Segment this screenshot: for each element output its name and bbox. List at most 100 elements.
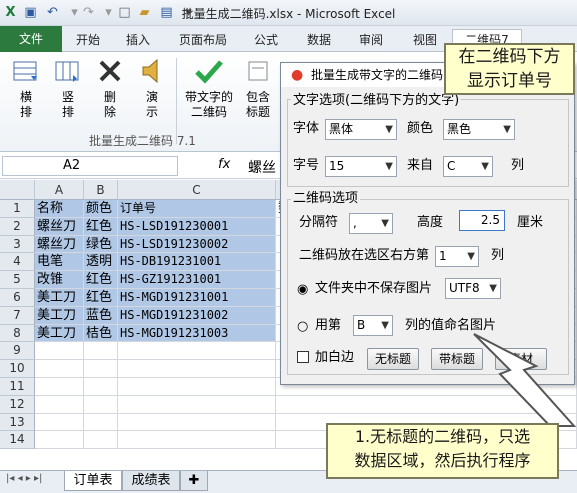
grid-cell[interactable] bbox=[84, 431, 118, 450]
row-header[interactable]: 6 bbox=[0, 289, 35, 307]
sheet-tab-scores[interactable]: 成绩表 bbox=[122, 471, 180, 491]
size-label: 字号 bbox=[293, 158, 320, 173]
delete-button[interactable]: 删 除 bbox=[92, 56, 128, 120]
grid-cell[interactable]: 颜色 bbox=[84, 200, 118, 218]
sheet-nav-icon[interactable]: |◂ ◂ ▸ ▸| bbox=[6, 473, 42, 484]
grid-cell[interactable]: HS-GZ191231001 bbox=[118, 271, 276, 289]
column-header-c[interactable]: C bbox=[118, 180, 276, 200]
size-select[interactable]: 15 ▼ bbox=[325, 156, 397, 177]
color-select[interactable]: 黑色 ▼ bbox=[443, 119, 515, 140]
tab-home[interactable]: 开始 bbox=[66, 30, 110, 50]
name-column-select[interactable]: B ▼ bbox=[353, 315, 393, 336]
row-header[interactable]: 11 bbox=[0, 378, 35, 396]
grid-cell[interactable]: 桔色 bbox=[84, 324, 118, 343]
column-header-b[interactable]: B bbox=[84, 180, 118, 200]
radio-name-by-column[interactable]: ○ bbox=[297, 319, 308, 334]
select-all-corner[interactable] bbox=[0, 180, 35, 200]
grid-cell[interactable]: 电笔 bbox=[35, 253, 84, 272]
grid-cell[interactable]: 订单号 bbox=[118, 200, 276, 218]
grid-cell[interactable] bbox=[35, 378, 84, 396]
tab-insert[interactable]: 插入 bbox=[116, 30, 160, 50]
row-header[interactable]: 4 bbox=[0, 253, 35, 272]
grid-cell[interactable]: 螺丝刀 bbox=[35, 235, 84, 254]
row-header[interactable]: 14 bbox=[0, 431, 35, 450]
grid-cell[interactable]: 名称 bbox=[35, 200, 84, 218]
vertical-layout-button[interactable]: 竖 排 bbox=[50, 56, 86, 120]
grid-cell[interactable] bbox=[35, 342, 84, 361]
grid-cell[interactable]: 美工刀 bbox=[35, 324, 84, 343]
grid-cell[interactable]: 美工刀 bbox=[35, 289, 84, 307]
encoding-select[interactable]: UTF8 ▼ bbox=[445, 278, 501, 299]
grid-cell[interactable]: 美工刀 bbox=[35, 306, 84, 325]
grid-cell[interactable]: HS-LSD191230001 bbox=[118, 217, 276, 236]
grid-cell[interactable]: 蓝色 bbox=[84, 306, 118, 325]
grid-cell[interactable]: 改锥 bbox=[35, 271, 84, 289]
row-header[interactable]: 8 bbox=[0, 324, 35, 343]
grid-cell[interactable] bbox=[118, 378, 276, 396]
grid-cell[interactable] bbox=[35, 431, 84, 450]
grid-cell[interactable] bbox=[118, 395, 276, 414]
place-column-select[interactable]: 1 ▼ bbox=[435, 246, 479, 267]
encoding-value: UTF8 bbox=[449, 281, 480, 295]
grid-cell[interactable]: 透明 bbox=[84, 253, 118, 272]
demo-button[interactable]: 演 示 bbox=[134, 56, 170, 120]
font-select[interactable]: 黑体 ▼ bbox=[325, 119, 397, 140]
include-title-button[interactable]: 包含 标题 bbox=[240, 56, 276, 120]
grid-cell[interactable] bbox=[84, 342, 118, 361]
grid-cell[interactable]: 螺丝刀 bbox=[35, 217, 84, 236]
grid-cell[interactable]: HS-MGD191231002 bbox=[118, 306, 276, 325]
horizontal-layout-button[interactable]: 横 排 bbox=[8, 56, 44, 120]
text-qrcode-button[interactable]: 带文字的 二维码 bbox=[182, 56, 236, 120]
grid-cell[interactable] bbox=[118, 413, 276, 432]
grid-cell[interactable] bbox=[118, 431, 276, 450]
tab-review[interactable]: 审阅 bbox=[350, 30, 392, 50]
tab-view[interactable]: 视图 bbox=[404, 30, 446, 50]
radio-no-save[interactable]: ◉ bbox=[297, 282, 308, 297]
grid-cell[interactable] bbox=[35, 395, 84, 414]
grid-cell[interactable]: 绿色 bbox=[84, 235, 118, 254]
from-column-select[interactable]: C ▼ bbox=[443, 156, 493, 177]
qrcode-options-heading: 二维码选项 bbox=[291, 189, 361, 209]
height-input[interactable]: 2.5 bbox=[459, 210, 505, 231]
grid-cell[interactable]: 红色 bbox=[84, 289, 118, 307]
grid-cell[interactable] bbox=[35, 360, 84, 378]
row-header[interactable]: 5 bbox=[0, 271, 35, 289]
sheet-tab-orders[interactable]: 订单表 bbox=[64, 471, 122, 491]
column-header-a[interactable]: A bbox=[35, 180, 84, 200]
formula-content[interactable]: 螺丝 bbox=[248, 157, 276, 177]
row-header[interactable]: 3 bbox=[0, 235, 35, 254]
name-box[interactable]: A2 bbox=[2, 156, 178, 176]
grid-cell[interactable] bbox=[84, 413, 118, 432]
grid-cell[interactable] bbox=[84, 378, 118, 396]
grid-cell[interactable] bbox=[84, 395, 118, 414]
no-title-button[interactable]: 无标题 bbox=[367, 348, 419, 370]
row-header[interactable]: 9 bbox=[0, 342, 35, 361]
row-header[interactable]: 12 bbox=[0, 395, 35, 414]
grid-cell[interactable] bbox=[118, 342, 276, 361]
grid-cell[interactable] bbox=[118, 360, 276, 378]
tab-data[interactable]: 数据 bbox=[298, 30, 340, 50]
row-header[interactable]: 1 bbox=[0, 200, 35, 218]
row-header[interactable]: 2 bbox=[0, 217, 35, 236]
grid-cell[interactable]: HS-MGD191231001 bbox=[118, 289, 276, 307]
row-header[interactable]: 13 bbox=[0, 413, 35, 432]
white-border-checkbox[interactable] bbox=[297, 351, 309, 363]
grid-cell[interactable]: 红色 bbox=[84, 217, 118, 236]
tab-page-layout[interactable]: 页面布局 bbox=[172, 30, 234, 50]
row-header[interactable]: 10 bbox=[0, 360, 35, 378]
new-sheet-icon[interactable]: ✚ bbox=[180, 471, 208, 491]
grid-cell[interactable]: HS-DB191231001 bbox=[118, 253, 276, 272]
grid-cell[interactable] bbox=[35, 413, 84, 432]
grid-cell[interactable]: HS-LSD191230002 bbox=[118, 235, 276, 254]
row-header[interactable]: 7 bbox=[0, 306, 35, 325]
grid-cell[interactable]: 红色 bbox=[84, 271, 118, 289]
tab-file[interactable]: 文件 bbox=[0, 26, 62, 52]
chevron-down-icon: ▼ bbox=[481, 161, 489, 172]
vertical-label-1: 竖 bbox=[61, 90, 74, 104]
grid-cell[interactable] bbox=[84, 360, 118, 378]
separator-select[interactable]: , ▼ bbox=[349, 213, 393, 234]
font-value: 黑体 bbox=[329, 122, 354, 136]
fx-icon[interactable]: fx bbox=[218, 157, 230, 172]
grid-cell[interactable]: HS-MGD191231003 bbox=[118, 324, 276, 343]
tab-formulas[interactable]: 公式 bbox=[246, 30, 286, 50]
